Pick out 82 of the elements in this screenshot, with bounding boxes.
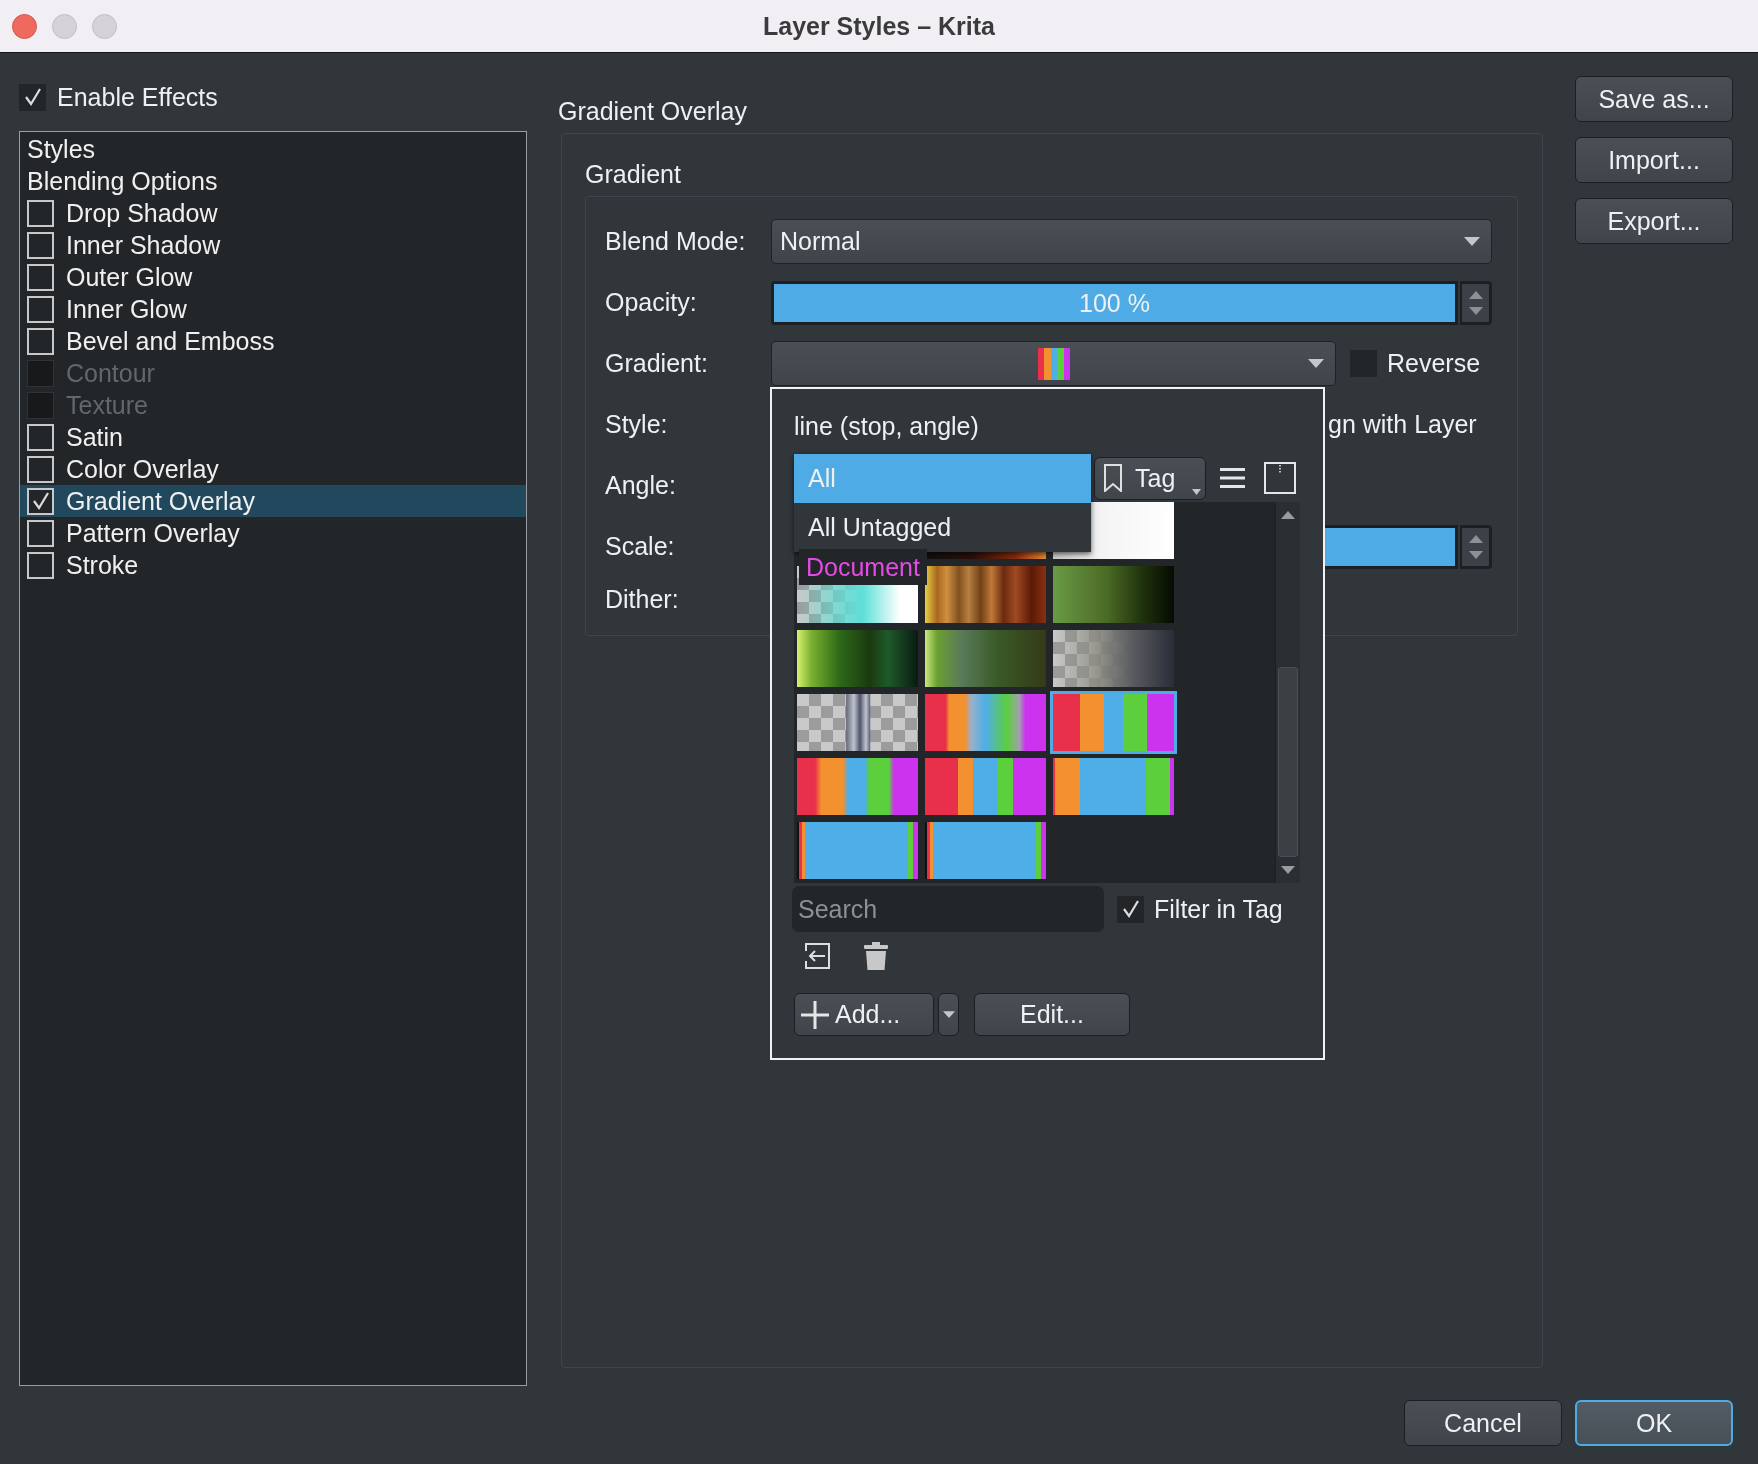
add-button[interactable]: Add... xyxy=(794,993,934,1036)
caret-icon xyxy=(1192,488,1201,495)
spinner[interactable] xyxy=(1460,524,1492,569)
dialog-button[interactable]: OK xyxy=(1575,1400,1733,1446)
gradient-swatch[interactable] xyxy=(797,694,918,751)
tick-icon xyxy=(1120,899,1141,919)
checkbox-label: Reverse xyxy=(1387,349,1481,378)
list-item[interactable]: Satin xyxy=(20,421,526,453)
scrollbar[interactable] xyxy=(1275,502,1300,883)
gradient-swatch[interactable] xyxy=(1050,691,1177,754)
tick-icon xyxy=(30,491,51,511)
caret-icon xyxy=(1464,237,1480,246)
spinner[interactable] xyxy=(1460,280,1492,325)
gradient-swatch[interactable] xyxy=(925,566,1046,623)
gradient-swatch[interactable] xyxy=(797,630,918,687)
down-arrow-icon[interactable] xyxy=(1468,306,1483,315)
dialog-button[interactable]: Import... xyxy=(1575,137,1733,183)
trash-icon[interactable] xyxy=(863,942,889,970)
window-title: Layer Styles – Krita xyxy=(762,11,996,40)
up-arrow-icon[interactable] xyxy=(1281,511,1295,519)
list-item[interactable]: Outer Glow xyxy=(20,261,526,293)
caret-icon xyxy=(942,1011,955,1018)
section-heading: Gradient Overlay xyxy=(558,97,747,125)
checkbox-label: Filter in Tag xyxy=(1154,894,1283,924)
up-arrow-icon[interactable] xyxy=(1468,534,1483,543)
field-label: Scale: xyxy=(605,532,675,561)
gradient-preview-icon xyxy=(1038,347,1070,380)
list-item[interactable]: Inner Shadow xyxy=(20,229,526,261)
plus-icon xyxy=(801,1000,829,1029)
list-item[interactable]: Bevel and Emboss xyxy=(20,325,526,357)
caret-icon xyxy=(1308,359,1324,368)
list-item[interactable]: Gradient Overlay xyxy=(20,485,526,517)
dialog-button[interactable]: Export... xyxy=(1575,198,1733,244)
dotted-square-icon[interactable] xyxy=(1264,462,1296,494)
down-arrow-icon[interactable] xyxy=(1281,866,1295,874)
dialog-button[interactable]: Save as... xyxy=(1575,76,1733,122)
search-field[interactable]: Search xyxy=(792,886,1104,932)
down-arrow-icon[interactable] xyxy=(1468,550,1483,559)
field-label: Opacity: xyxy=(605,288,697,317)
tag-button[interactable]: Tag xyxy=(1094,456,1206,500)
field-label: Blend Mode: xyxy=(605,227,746,256)
checkbox[interactable] xyxy=(19,83,46,111)
group-label-tooltip: Document xyxy=(799,549,927,585)
list-item[interactable]: Pattern Overlay xyxy=(20,517,526,549)
bookmark-icon xyxy=(1103,464,1123,492)
gradient-swatch[interactable] xyxy=(1053,630,1174,687)
list-item[interactable]: Blending Options xyxy=(20,165,526,197)
field-label: Angle: xyxy=(605,471,676,500)
import-icon[interactable] xyxy=(804,942,831,970)
field-label: Gradient: xyxy=(605,349,708,378)
edit-button[interactable]: Edit... xyxy=(974,993,1130,1036)
gradient-swatch[interactable] xyxy=(925,822,1046,879)
tick-icon xyxy=(22,87,43,107)
field-label: Style: xyxy=(605,410,668,439)
preset-name: line (stop, angle) xyxy=(794,412,979,440)
gradient-swatch[interactable] xyxy=(1053,566,1174,623)
menu-option[interactable]: All Untagged xyxy=(794,503,1091,552)
add-menu-button[interactable] xyxy=(938,993,959,1036)
dropdown[interactable]: Normal xyxy=(771,219,1492,264)
gradient-swatch[interactable] xyxy=(925,758,1046,815)
gradient-swatch[interactable] xyxy=(797,758,918,815)
list-item[interactable]: Styles xyxy=(20,133,526,165)
gradient-swatch[interactable] xyxy=(925,694,1046,751)
group-title: Gradient xyxy=(585,160,681,188)
gradient-swatch[interactable] xyxy=(925,630,1046,687)
checkbox-label: Enable Effects xyxy=(57,82,218,112)
up-arrow-icon[interactable] xyxy=(1468,290,1483,299)
list-item[interactable]: Drop Shadow xyxy=(20,197,526,229)
gradient-dropdown[interactable] xyxy=(771,341,1336,386)
dialog-button[interactable]: Cancel xyxy=(1404,1400,1562,1446)
list-item[interactable]: Color Overlay xyxy=(20,453,526,485)
checkbox[interactable] xyxy=(1117,895,1144,923)
scrollbar-thumb[interactable] xyxy=(1278,667,1298,857)
menu-icon[interactable] xyxy=(1220,468,1245,488)
close-icon[interactable] xyxy=(12,13,37,39)
list-item[interactable]: Inner Glow xyxy=(20,293,526,325)
gradient-swatch[interactable] xyxy=(1053,758,1174,815)
list-item[interactable]: Stroke xyxy=(20,549,526,581)
gradient-swatch[interactable] xyxy=(797,822,918,879)
slider-value: 100 % xyxy=(1079,288,1150,317)
field-label: Dither: xyxy=(605,585,679,614)
checkbox-label: gn with Layer xyxy=(1328,410,1477,439)
